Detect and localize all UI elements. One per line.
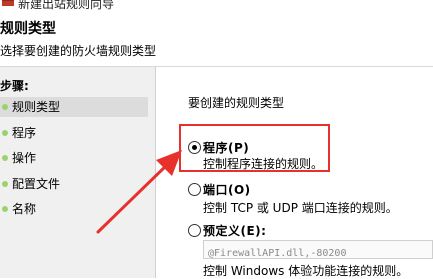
step-label: 操作 [12, 151, 37, 165]
step-label: 配置文件 [12, 177, 61, 191]
page-title: 规则类型 [0, 21, 56, 37]
rule-type-question: 要创建的规则类型 [188, 96, 285, 110]
step-label: 名称 [12, 202, 37, 216]
highlight-box [179, 124, 330, 172]
option-port-desc: 控制 TCP 或 UDP 端口连接的规则。 [203, 201, 398, 215]
predefined-rule-field[interactable] [204, 246, 432, 261]
step-bullet-icon [2, 181, 8, 187]
step-label: 程序 [12, 126, 37, 140]
step-bullet-icon [2, 206, 8, 212]
predefined-rule-select[interactable] [203, 240, 433, 261]
option-port-label[interactable]: 端口(O) [203, 181, 251, 198]
step-rule-type[interactable]: 规则类型 [0, 97, 148, 117]
steps-title: 步骤: [0, 79, 29, 93]
annotation-arrow-icon [96, 150, 182, 234]
title-bar: 新建出站规则向导 [0, 0, 433, 14]
window-title: 新建出站规则向导 [18, 0, 115, 11]
firewall-wizard-icon [2, 0, 14, 6]
option-predefined-label[interactable]: 预定义(E): [203, 222, 266, 239]
step-bullet-icon [2, 155, 8, 161]
step-label: 规则类型 [12, 100, 61, 114]
page-subtitle: 选择要创建的防火墙规则类型 [0, 44, 157, 58]
option-predefined-desc: 控制 Windows 体验功能连接的规则。 [203, 264, 409, 278]
step-bullet-icon [2, 104, 8, 110]
wizard-header: 规则类型 选择要创建的防火墙规则类型 [0, 14, 433, 66]
step-bullet-icon [2, 130, 8, 136]
